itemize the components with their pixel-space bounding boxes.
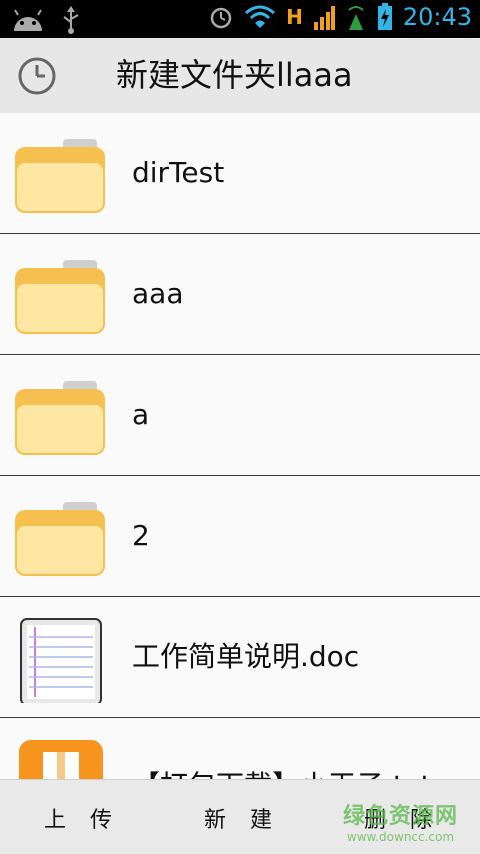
history-clock-icon[interactable] bbox=[16, 55, 58, 97]
file-row-a[interactable]: a bbox=[0, 355, 480, 476]
watermark-sub: www.downcc.com bbox=[346, 830, 455, 844]
folder-icon bbox=[15, 502, 105, 576]
file-row-archive[interactable]: 【打包下载】小王子.txt bbox=[0, 718, 480, 779]
clock-time: 20:43 bbox=[402, 3, 472, 31]
file-row-dirtest[interactable]: dirTest bbox=[0, 113, 480, 234]
status-bar: H 20:43 bbox=[0, 0, 480, 38]
zip-archive-icon bbox=[19, 740, 103, 779]
bottom-toolbar: 上传 新建 删除 绿色资源网 www.downcc.com bbox=[0, 779, 480, 854]
alarm-icon bbox=[210, 7, 232, 29]
upload-button[interactable]: 上传 bbox=[44, 802, 136, 834]
folder-icon bbox=[15, 139, 105, 213]
new-button[interactable]: 新建 bbox=[204, 802, 296, 834]
wifi-icon bbox=[245, 5, 276, 28]
document-icon bbox=[20, 618, 102, 703]
signal-strength-icon bbox=[313, 6, 335, 30]
status-right: H 20:43 bbox=[208, 3, 472, 31]
file-name: a bbox=[132, 398, 150, 431]
page-title: 新建文件夹llaaa bbox=[116, 56, 353, 94]
file-name: 2 bbox=[132, 519, 150, 552]
file-row-aaa[interactable]: aaa bbox=[0, 234, 480, 355]
status-left bbox=[10, 6, 82, 34]
network-type-label: H bbox=[286, 5, 303, 29]
folder-icon bbox=[15, 260, 105, 334]
file-list: dirTest aaa a 2 工作简单说明.doc bbox=[0, 113, 480, 779]
file-name: dirTest bbox=[132, 156, 225, 189]
file-row-doc[interactable]: 工作简单说明.doc bbox=[0, 597, 480, 718]
file-row-2[interactable]: 2 bbox=[0, 476, 480, 597]
battery-icon bbox=[377, 3, 392, 30]
file-name: 【打包下载】小王子.txt bbox=[132, 766, 431, 779]
secondary-signal-icon bbox=[348, 6, 364, 30]
watermark-main: 绿色资源网 bbox=[342, 804, 458, 829]
title-bar: 新建文件夹llaaa bbox=[0, 38, 480, 113]
android-icon bbox=[14, 9, 42, 31]
folder-icon bbox=[15, 381, 105, 455]
file-name: 工作简单说明.doc bbox=[132, 640, 360, 673]
usb-icon bbox=[63, 6, 79, 34]
watermark: 绿色资源网 www.downcc.com bbox=[343, 798, 458, 844]
file-name: aaa bbox=[132, 277, 184, 310]
